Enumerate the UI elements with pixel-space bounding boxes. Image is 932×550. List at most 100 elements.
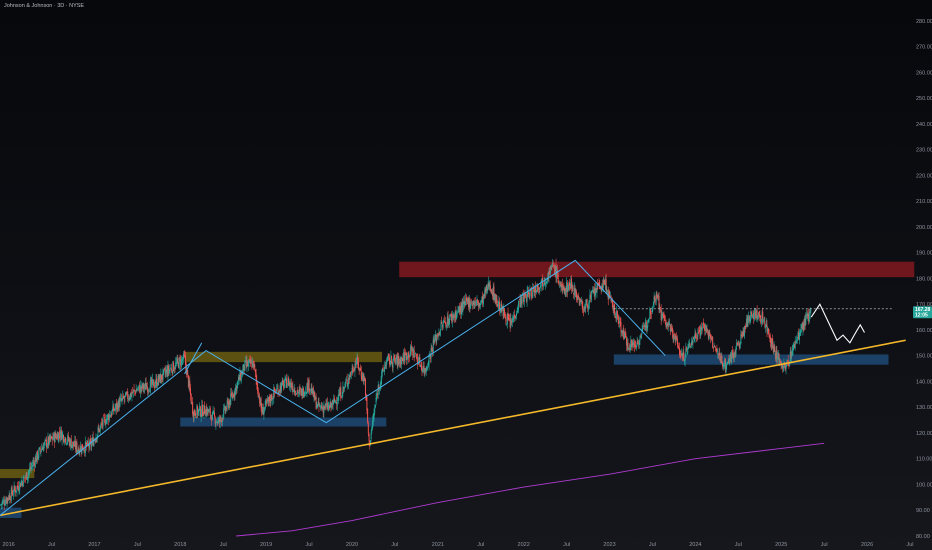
candle-body xyxy=(212,411,214,413)
candle-body xyxy=(16,486,18,492)
y-axis[interactable]: 80.00 90.00 100.00 110.00 120.00 130.00 140.00… xyxy=(916,19,932,540)
candle-body xyxy=(151,378,153,385)
candle-body xyxy=(487,287,489,291)
candle-body xyxy=(11,487,13,494)
candle-body xyxy=(729,357,731,364)
candle-body xyxy=(464,301,466,306)
candle-body xyxy=(360,371,362,377)
candle-body xyxy=(535,286,537,293)
candle-body xyxy=(204,405,206,414)
candle-body xyxy=(623,332,625,340)
candle-body xyxy=(121,398,123,401)
candle-body xyxy=(777,356,779,359)
candle-body xyxy=(770,337,772,344)
candle-body xyxy=(575,291,577,299)
candle-body xyxy=(448,318,450,325)
candle-body xyxy=(14,487,16,490)
candle-body xyxy=(147,389,149,391)
x-tick-label: 2023 xyxy=(603,542,615,548)
x-axis[interactable]: 2016 Jul 2017 Jul 2018 Jul 2019 Jul 2020 Jul 2021 J… xyxy=(2,542,913,548)
candle-body xyxy=(222,418,224,420)
candle-body xyxy=(702,323,704,329)
candle-body xyxy=(230,392,232,396)
candle-body xyxy=(272,398,274,400)
y-tick-label: 240.00 xyxy=(916,122,932,128)
candle-body xyxy=(355,362,357,365)
candle-body xyxy=(753,312,755,320)
candle-body xyxy=(125,393,127,395)
candle-body xyxy=(722,362,724,367)
candle-body xyxy=(404,354,406,361)
candle-body xyxy=(46,445,48,448)
candle-body xyxy=(445,322,447,328)
x-tick-label: 2026 xyxy=(861,542,873,548)
candle-body xyxy=(144,387,146,388)
candle-body xyxy=(210,415,212,417)
candle-body xyxy=(36,451,38,460)
candle-body xyxy=(712,347,714,349)
candle-body xyxy=(63,435,65,442)
candle-body xyxy=(202,415,204,416)
candle-body xyxy=(808,312,810,322)
candle-body xyxy=(489,285,491,292)
candle-body xyxy=(696,337,698,339)
candle-body xyxy=(27,473,29,478)
last-price-badge: 167.2812:05 xyxy=(913,306,932,319)
candle-body xyxy=(113,406,115,411)
candle-body xyxy=(254,364,256,369)
x-tick-label: 2019 xyxy=(260,542,272,548)
candle-body xyxy=(143,384,145,389)
candle-body xyxy=(679,354,681,356)
candle-body xyxy=(516,313,518,316)
candle-body xyxy=(153,379,155,388)
candle-body xyxy=(177,357,179,362)
x-tick-label: 2024 xyxy=(689,542,701,548)
candle-body xyxy=(654,295,656,300)
candle-body xyxy=(327,405,329,410)
y-tick-label: 200.00 xyxy=(916,225,932,231)
candle-body xyxy=(532,288,534,290)
candle-body xyxy=(284,378,286,383)
candle-body xyxy=(388,354,390,357)
candle-body xyxy=(187,369,189,375)
candle-body xyxy=(122,395,124,399)
y-tick-label: 280.00 xyxy=(916,19,932,25)
candle-body xyxy=(255,373,257,380)
candle-body xyxy=(342,386,344,394)
candle-body xyxy=(132,389,134,393)
candle-body xyxy=(496,295,498,304)
candle-body xyxy=(146,386,148,392)
y-tick-label: 80.00 xyxy=(916,534,930,540)
candle-body xyxy=(247,362,249,367)
candle-body xyxy=(209,408,211,416)
candle-body xyxy=(638,340,640,346)
y-tick-label: 100.00 xyxy=(916,482,932,488)
candle-body xyxy=(642,327,644,330)
candle-body xyxy=(341,395,343,398)
candle-body xyxy=(133,389,135,390)
candle-body xyxy=(30,467,32,469)
candle-body xyxy=(523,295,525,302)
candle-body xyxy=(588,300,590,309)
candle-body xyxy=(185,356,187,366)
candle-body xyxy=(690,346,692,348)
candle-body xyxy=(340,387,342,399)
candle-body xyxy=(223,408,225,419)
candle-body xyxy=(304,392,306,396)
candle-body xyxy=(774,346,776,352)
candle-body xyxy=(567,286,569,292)
candle-body xyxy=(385,365,387,367)
candle-body xyxy=(542,284,544,286)
candle-body xyxy=(690,341,692,346)
candle-body xyxy=(162,370,164,381)
projection-path xyxy=(810,303,865,344)
candle-body xyxy=(420,364,422,366)
price-chart[interactable]: 80.00 90.00 100.00 110.00 120.00 130.00 140.00… xyxy=(0,0,932,550)
candle-body xyxy=(751,315,753,317)
candle-body xyxy=(173,369,175,371)
x-tick-label: Jul xyxy=(821,542,828,548)
candle-body xyxy=(61,433,63,441)
y-tick-label: 110.00 xyxy=(916,457,932,463)
x-tick-label: Jul xyxy=(477,542,484,548)
candle-body xyxy=(258,395,260,397)
